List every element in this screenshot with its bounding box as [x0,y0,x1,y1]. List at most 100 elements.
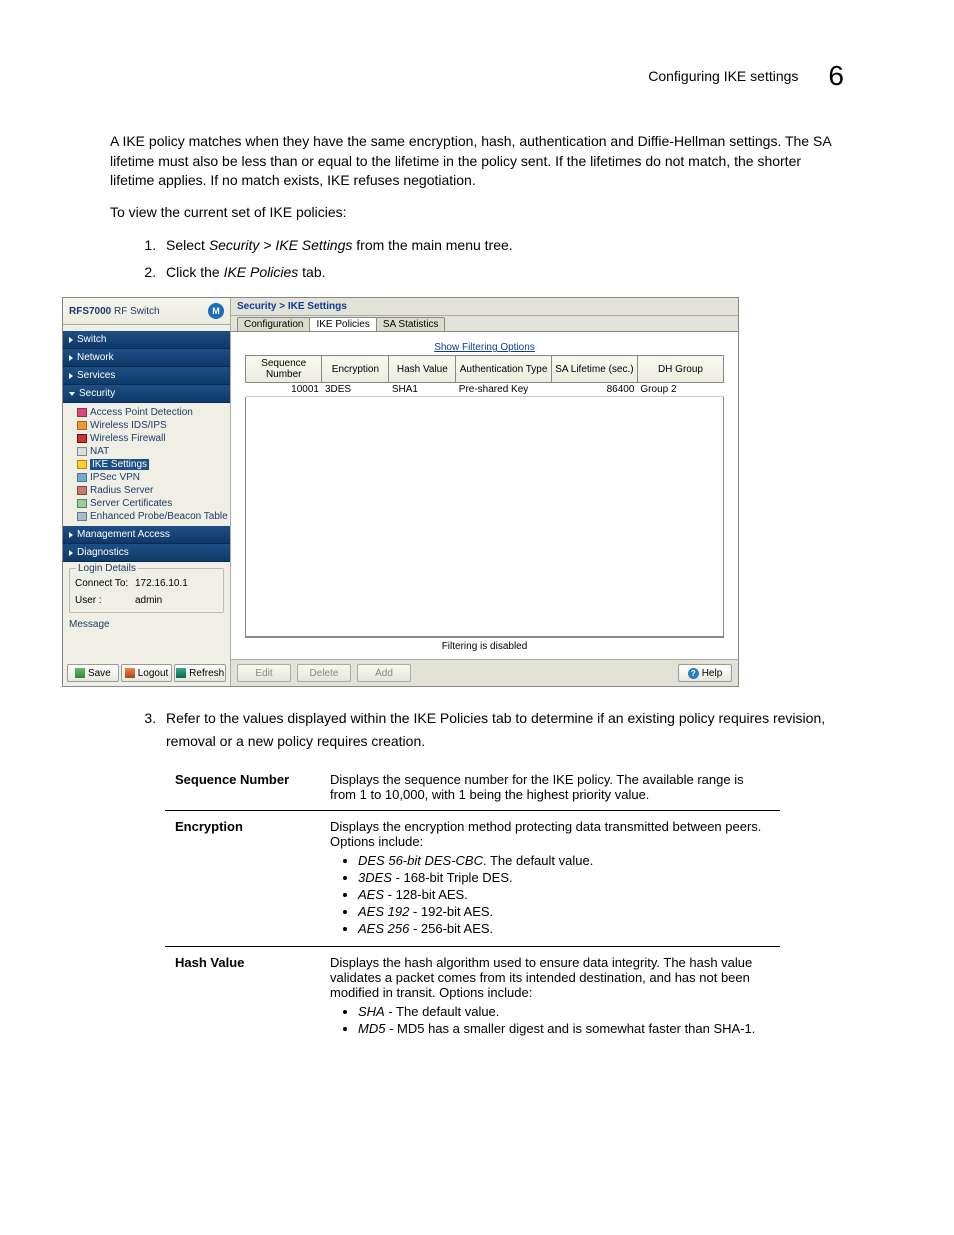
col-sequence[interactable]: Sequence Number [246,356,322,383]
table-row[interactable]: 10001 3DES SHA1 Pre-shared Key 86400 Gro… [246,383,724,397]
main-panel: Security > IKE Settings Configuration IK… [231,298,738,686]
def-term: Encryption [165,810,320,946]
nav-diagnostics[interactable]: Diagnostics [63,544,230,562]
help-button[interactable]: ?Help [678,664,732,682]
list-item: SHA - The default value. [358,1004,770,1019]
delete-button[interactable]: Delete [297,664,351,682]
logout-icon [125,668,135,678]
lock-icon [77,460,87,469]
chevron-right-icon [69,550,73,556]
logout-button[interactable]: Logout [121,664,173,682]
tab-bar: Configuration IKE Policies SA Statistics [231,316,738,332]
def-desc: Displays the encryption method protectin… [320,810,780,946]
nav-tree: Access Point Detection Wireless IDS/IPS … [63,403,230,526]
table-header-row: Sequence Number Encryption Hash Value Au… [246,356,724,383]
login-details-box: Login Details Connect To:172.16.10.1 Use… [69,568,224,613]
brand-label: RFS7000 RF Switch [69,306,160,317]
connect-to-value: 172.16.10.1 [135,578,188,589]
ids-icon [77,421,87,430]
col-dh-group[interactable]: DH Group [637,356,723,383]
col-sa-lifetime[interactable]: SA Lifetime (sec.) [551,356,637,383]
user-value: admin [135,595,162,606]
vpn-icon [77,473,87,482]
step-list-cont: Refer to the values displayed within the… [110,707,844,752]
nav-footer: Save Logout Refresh [63,660,230,686]
col-hash[interactable]: Hash Value [389,356,456,383]
nav-switch[interactable]: Switch [63,331,230,349]
policy-table: Sequence Number Encryption Hash Value Au… [245,355,724,397]
chevron-right-icon [69,373,73,379]
chevron-right-icon [69,532,73,538]
page-header: Configuring IKE settings 6 [110,60,844,92]
breadcrumb: Security > IKE Settings [231,298,738,316]
tree-server-certificates[interactable]: Server Certificates [77,497,226,510]
intro-paragraph: A IKE policy matches when they have the … [110,132,844,191]
page-header-title: Configuring IKE settings [648,68,798,84]
firewall-icon [77,434,87,443]
def-desc: Displays the sequence number for the IKE… [320,764,780,811]
edit-button[interactable]: Edit [237,664,291,682]
step-list: Select Security > IKE Settings from the … [110,234,844,283]
table-empty-area [245,397,724,637]
step-2: Click the IKE Policies tab. [160,261,844,283]
def-row-sequence: Sequence Number Displays the sequence nu… [165,764,780,811]
nav-sidebar: RFS7000 RF Switch M Switch Network Servi… [63,298,231,686]
login-details-label: Login Details [76,563,138,574]
screenshot-panel: RFS7000 RF Switch M Switch Network Servi… [62,297,739,687]
tree-radius-server[interactable]: Radius Server [77,484,226,497]
tab-configuration[interactable]: Configuration [237,317,310,331]
tree-wireless-firewall[interactable]: Wireless Firewall [77,432,226,445]
tree-ike-settings[interactable]: IKE Settings [77,458,226,471]
page-number: 6 [828,60,844,92]
user-label: User : [75,595,135,606]
save-icon [75,668,85,678]
certificate-icon [77,499,87,508]
nav-title: RFS7000 RF Switch M [63,298,230,325]
cell-dh-group: Group 2 [637,383,723,397]
cell-sequence: 10001 [246,383,322,397]
nav-network[interactable]: Network [63,349,230,367]
detection-icon [77,408,87,417]
chevron-right-icon [69,337,73,343]
probe-icon [77,512,87,521]
cell-encryption: 3DES [322,383,389,397]
step-3: Refer to the values displayed within the… [160,707,844,752]
list-item: AES 192 - 192-bit AES. [358,904,770,919]
tree-enhanced-probe[interactable]: Enhanced Probe/Beacon Table [77,510,226,523]
refresh-button[interactable]: Refresh [174,664,226,682]
col-auth[interactable]: Authentication Type [456,356,552,383]
nav-management-access[interactable]: Management Access [63,526,230,544]
tree-nat[interactable]: NAT [77,445,226,458]
nav-security[interactable]: Security [63,385,230,403]
tab-ike-policies[interactable]: IKE Policies [309,317,376,331]
refresh-icon [176,668,186,678]
cell-sa-lifetime: 86400 [551,383,637,397]
def-term: Sequence Number [165,764,320,811]
def-desc: Displays the hash algorithm used to ensu… [320,946,780,1046]
add-button[interactable]: Add [357,664,411,682]
def-row-hash: Hash Value Displays the hash algorithm u… [165,946,780,1046]
tab-sa-statistics[interactable]: SA Statistics [376,317,446,331]
tree-access-point-detection[interactable]: Access Point Detection [77,406,226,419]
col-encryption[interactable]: Encryption [322,356,389,383]
chevron-down-icon [69,392,75,396]
filter-status: Filtering is disabled [245,637,724,655]
nav-services[interactable]: Services [63,367,230,385]
show-filtering-link[interactable]: Show Filtering Options [245,342,724,353]
save-button[interactable]: Save [67,664,119,682]
cell-auth: Pre-shared Key [456,383,552,397]
lead-in: To view the current set of IKE policies: [110,203,844,223]
step-1: Select Security > IKE Settings from the … [160,234,844,256]
radius-icon [77,486,87,495]
tab-content: Show Filtering Options Sequence Number E… [231,332,738,659]
cell-hash: SHA1 [389,383,456,397]
message-label: Message [69,619,230,630]
list-item: MD5 - MD5 has a smaller digest and is so… [358,1021,770,1036]
list-item: AES - 128-bit AES. [358,887,770,902]
list-item: 3DES - 168-bit Triple DES. [358,870,770,885]
tree-wireless-ids[interactable]: Wireless IDS/IPS [77,419,226,432]
tree-ipsec-vpn[interactable]: IPSec VPN [77,471,226,484]
list-item: AES 256 - 256-bit AES. [358,921,770,936]
definition-table: Sequence Number Displays the sequence nu… [165,764,780,1046]
def-term: Hash Value [165,946,320,1046]
